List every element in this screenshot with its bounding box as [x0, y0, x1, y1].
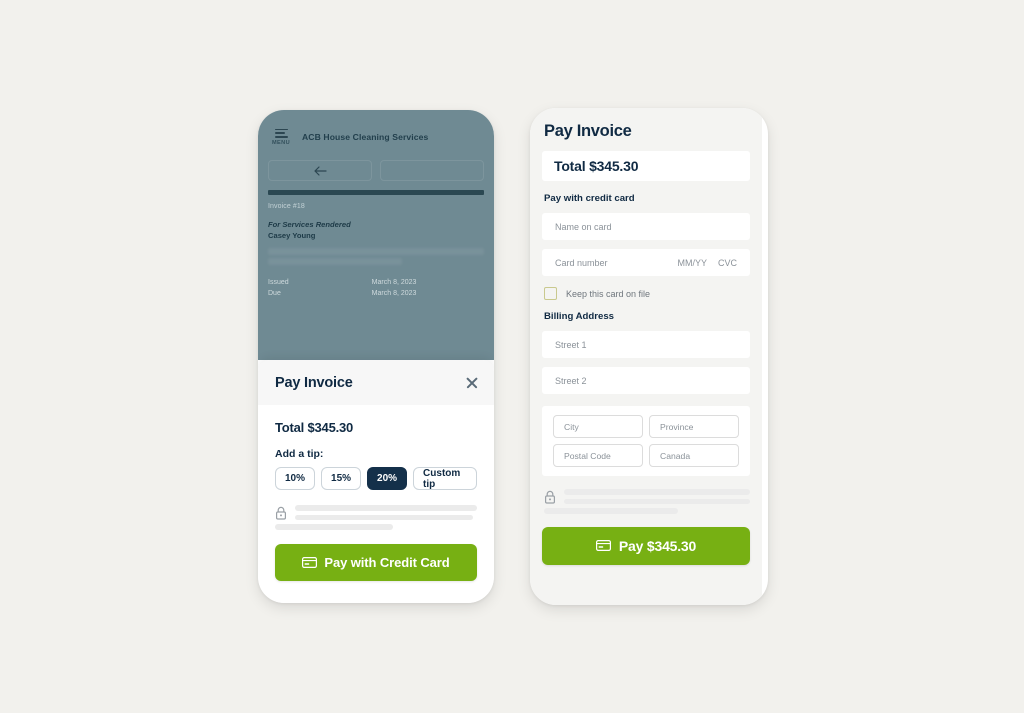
back-button[interactable] — [268, 160, 372, 181]
card-number-input-row[interactable]: Card number MM/YY CVC — [542, 249, 750, 276]
business-name: ACB House Cleaning Services — [302, 132, 429, 142]
skeleton-lines — [544, 489, 750, 518]
pay-invoice-bottom-sheet: Pay Invoice Total $345.30 Add a tip: 10%… — [258, 360, 494, 603]
total-amount: Total $345.30 — [275, 420, 354, 435]
skeleton-line — [564, 498, 750, 504]
credit-card-section-label: Pay with credit card — [544, 193, 635, 204]
menu-button[interactable]: MENU — [268, 128, 294, 146]
address-sub-fields-group: City Province Postal Code Canada — [542, 406, 750, 476]
country-value: Canada — [660, 450, 691, 461]
cvc-placeholder[interactable]: CVC — [718, 258, 737, 268]
keep-card-checkbox[interactable] — [544, 287, 557, 300]
padlock-icon — [276, 506, 287, 520]
name-on-card-input[interactable]: Name on card — [542, 213, 750, 240]
postal-code-input[interactable]: Postal Code — [553, 444, 643, 467]
country-select[interactable]: Canada — [649, 444, 739, 467]
pay-button-label: Pay $345.30 — [618, 537, 697, 554]
invoice-dates: Issued March 8, 2023 Due March 8, 2023 — [268, 279, 484, 297]
hamburger-menu-icon — [274, 128, 288, 138]
street2-input[interactable]: Street 2 — [542, 367, 750, 394]
street2-placeholder: Street 2 — [555, 375, 587, 386]
street1-placeholder: Street 1 — [555, 339, 587, 350]
invoice-number: Invoice #18 — [268, 203, 305, 210]
skeleton-line — [295, 514, 474, 520]
invoice-client-name: Casey Young — [268, 231, 316, 240]
name-on-card-placeholder: Name on card — [555, 221, 612, 232]
invoice-placeholder-line — [268, 258, 402, 265]
invoice-date-row: Issued March 8, 2023 — [268, 279, 484, 286]
tip-option-20[interactable]: 20% — [367, 467, 408, 490]
keep-card-label: Keep this card on file — [566, 288, 651, 299]
secondary-action-button[interactable] — [380, 160, 484, 181]
total-amount: Total $345.30 — [542, 151, 750, 181]
pay-button-label: Pay with Credit Card — [324, 554, 450, 570]
credit-card-icon — [595, 540, 611, 551]
city-placeholder: City — [564, 421, 579, 432]
secure-fields-placeholder — [544, 489, 750, 518]
skeleton-line — [275, 524, 394, 530]
close-icon[interactable] — [465, 376, 479, 390]
invoice-summary: Invoice #18 For Services Rendered Casey … — [258, 195, 494, 297]
address-grid: City Province Postal Code Canada — [553, 415, 739, 467]
billing-address-label: Billing Address — [544, 311, 615, 322]
invoice-topbar: MENU ACB House Cleaning Services — [258, 110, 494, 152]
menu-label: MENU — [271, 139, 291, 146]
phone-mockup-right: Pay Invoice Total $345.30 Pay with credi… — [530, 108, 768, 605]
pay-amount-button[interactable]: Pay $345.30 — [542, 526, 750, 565]
invoice-placeholder-line — [268, 248, 484, 255]
issued-label: Issued — [268, 279, 289, 286]
street1-input[interactable]: Street 1 — [542, 331, 750, 358]
secure-fields-placeholder — [275, 505, 477, 534]
skeleton-line — [295, 505, 477, 511]
postal-code-placeholder: Postal Code — [564, 450, 611, 461]
expiry-placeholder[interactable]: MM/YY — [677, 258, 707, 268]
sheet-title: Pay Invoice — [275, 374, 353, 391]
screenshot-canvas: MENU ACB House Cleaning Services Invoice… — [0, 0, 1024, 713]
sheet-body: Total $345.30 Add a tip: 10% 15% 20% Cus… — [258, 405, 494, 534]
invoice-date-row: Due March 8, 2023 — [268, 290, 484, 297]
credit-card-icon — [302, 556, 318, 568]
due-label: Due — [268, 290, 281, 297]
skeleton-line — [544, 508, 678, 514]
skeleton-lines — [275, 505, 477, 534]
invoice-detail-screen: MENU ACB House Cleaning Services Invoice… — [258, 110, 494, 360]
tip-option-15[interactable]: 15% — [321, 467, 362, 490]
skeleton-line — [564, 489, 750, 495]
province-placeholder: Province — [660, 421, 694, 432]
invoice-description: For Services Rendered — [268, 220, 351, 229]
sheet-header: Pay Invoice — [258, 360, 494, 405]
province-input[interactable]: Province — [649, 415, 739, 438]
arrow-left-icon — [313, 165, 327, 176]
tip-options-row: 10% 15% 20% Custom tip — [275, 467, 477, 490]
invoice-action-row — [258, 152, 494, 181]
card-number-placeholder: Card number — [555, 257, 608, 268]
padlock-icon — [545, 490, 556, 504]
tip-section-label: Add a tip: — [275, 448, 324, 460]
city-input[interactable]: City — [553, 415, 643, 438]
pay-invoice-form-screen: Pay Invoice Total $345.30 Pay with credi… — [530, 108, 762, 605]
phone-mockup-left: MENU ACB House Cleaning Services Invoice… — [258, 110, 494, 603]
issued-value: March 8, 2023 — [371, 279, 417, 286]
tip-option-10[interactable]: 10% — [275, 467, 316, 490]
due-value: March 8, 2023 — [371, 290, 417, 297]
page-title: Pay Invoice — [544, 122, 632, 140]
keep-card-on-file-row[interactable]: Keep this card on file — [544, 287, 750, 300]
pay-with-credit-card-button[interactable]: Pay with Credit Card — [275, 543, 477, 581]
tip-option-custom[interactable]: Custom tip — [413, 467, 477, 490]
